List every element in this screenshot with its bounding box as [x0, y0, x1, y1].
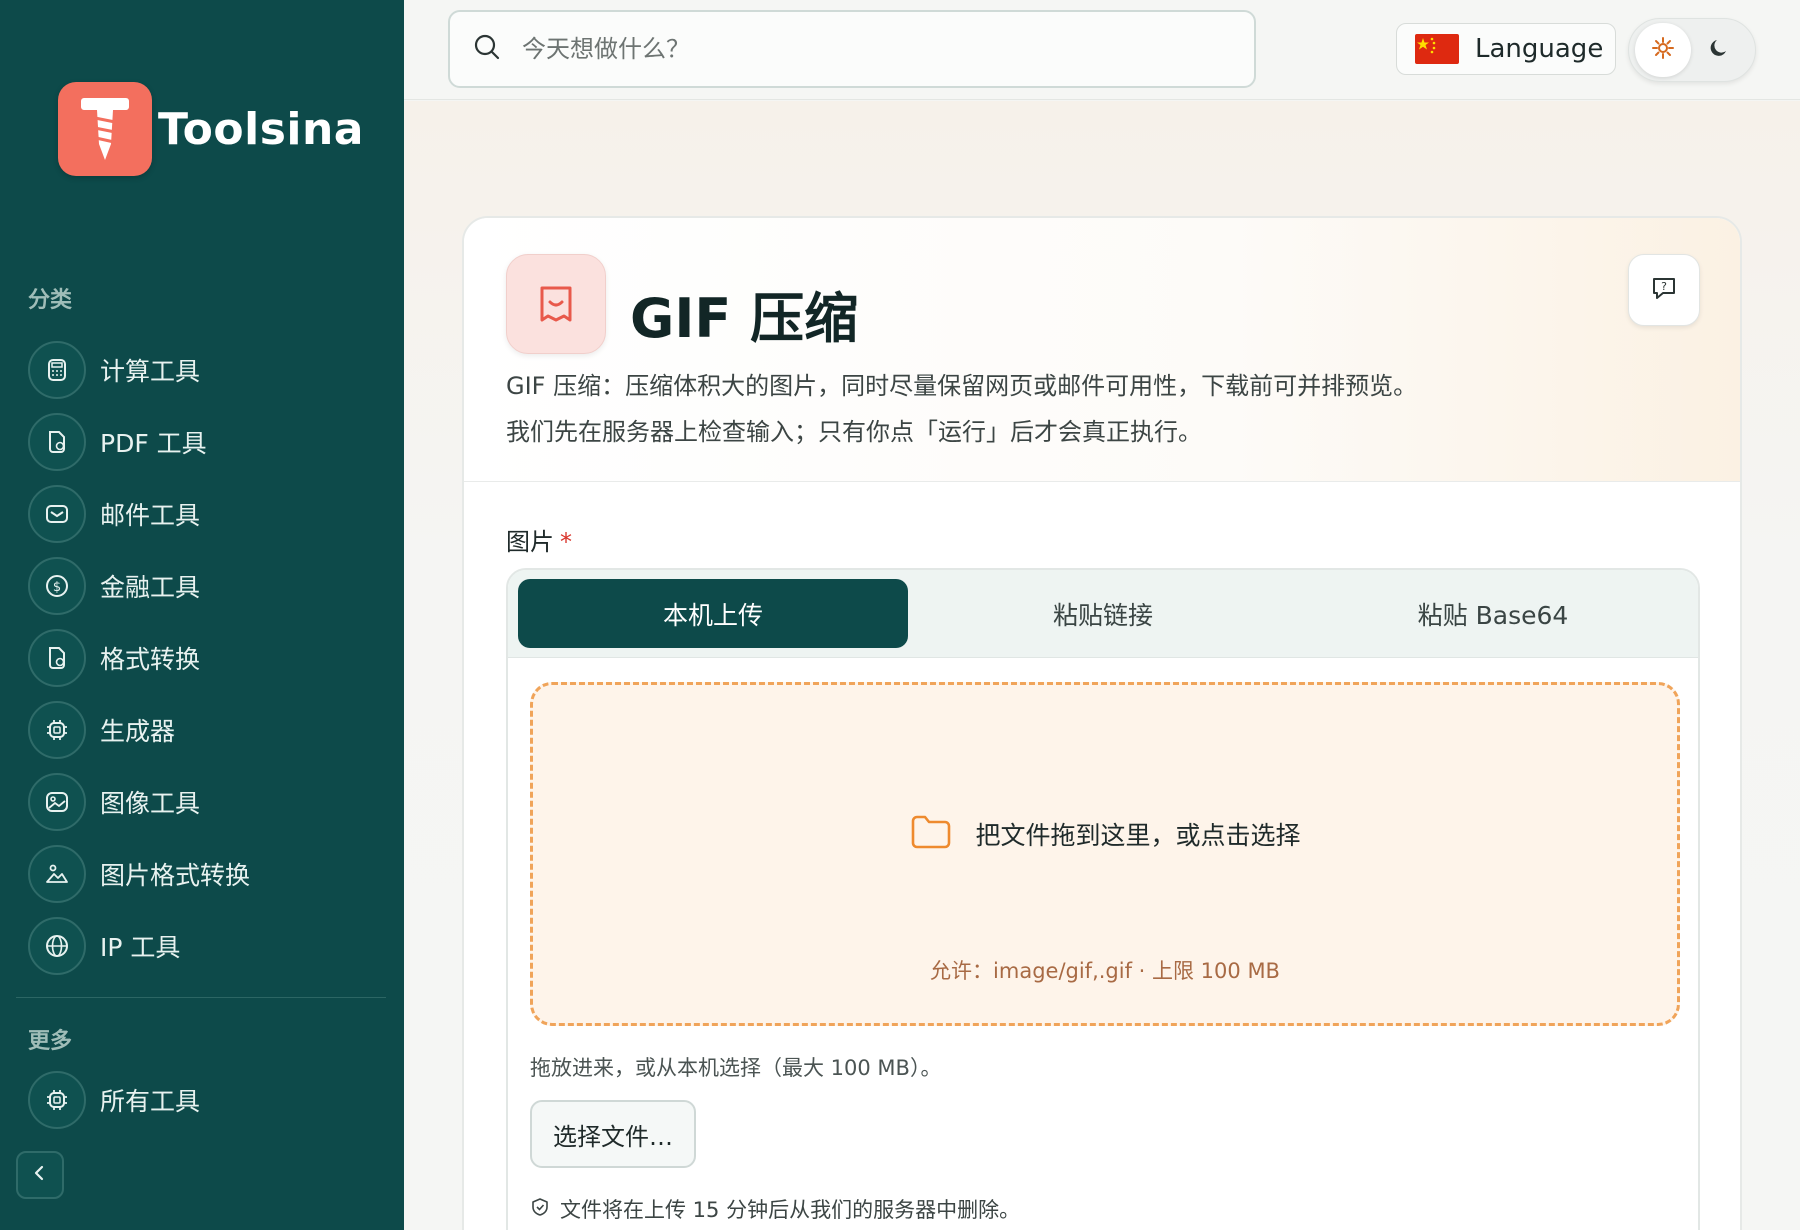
chevron-left-icon	[30, 1163, 50, 1187]
tab-paste-link[interactable]: 粘贴链接	[908, 579, 1298, 648]
sidebar-item-label: 所有工具	[100, 1087, 201, 1116]
dark-mode-button[interactable]	[1691, 23, 1747, 77]
sidebar: Toolsina 分类 计算工具 PDF 工具 邮件工具 $ 金融工具 格式转换…	[0, 0, 404, 1230]
sidebar-item-all-tools[interactable]: 所有工具	[28, 1064, 388, 1136]
sidebar-item-label: 金融工具	[100, 573, 201, 602]
more-heading: 更多	[28, 1029, 73, 1054]
more-nav: 所有工具	[28, 1064, 388, 1136]
light-mode-button[interactable]	[1635, 23, 1691, 77]
allowed-types-hint: 允许：image/gif,.gif · 上限 100 MB	[930, 959, 1280, 983]
collapse-sidebar-button[interactable]	[16, 1151, 64, 1199]
calculator-icon	[28, 341, 86, 399]
sidebar-divider	[16, 997, 386, 998]
image-field-label: 图片 *	[506, 522, 572, 557]
tool-card: GIF 压缩 ? GIF 压缩：压缩体积大的图片，同时尽量保留网页或邮件可用性，…	[462, 216, 1742, 1230]
moon-icon	[1707, 36, 1731, 64]
sidebar-item-format[interactable]: 格式转换	[28, 622, 388, 694]
search-icon	[472, 32, 502, 66]
sidebar-item-label: IP 工具	[100, 933, 181, 962]
sidebar-item-finance[interactable]: $ 金融工具	[28, 550, 388, 622]
sidebar-item-image-convert[interactable]: 图片格式转换	[28, 838, 388, 910]
required-mark: *	[560, 528, 572, 556]
sidebar-item-generator[interactable]: 生成器	[28, 694, 388, 766]
sidebar-item-ip[interactable]: IP 工具	[28, 910, 388, 982]
landscape-icon	[28, 845, 86, 903]
categories-heading: 分类	[28, 288, 73, 313]
tab-paste-base64[interactable]: 粘贴 Base64	[1298, 579, 1688, 648]
dropzone-prompt: 把文件拖到这里，或点击选择	[533, 811, 1677, 857]
upload-panel: 本机上传 粘贴链接 粘贴 Base64 把文件拖到这里，或点击选择 允许：ima…	[506, 568, 1700, 1230]
chip-icon	[28, 1071, 86, 1129]
sidebar-item-label: 格式转换	[100, 645, 201, 674]
sidebar-item-pdf[interactable]: PDF 工具	[28, 406, 388, 478]
file-dropzone[interactable]: 把文件拖到这里，或点击选择 允许：image/gif,.gif · 上限 100…	[530, 682, 1680, 1026]
search-box[interactable]	[448, 10, 1256, 88]
retention-text: 文件将在上传 15 分钟后从我们的服务器中删除。	[560, 1198, 1021, 1222]
theme-toggle[interactable]	[1628, 18, 1756, 82]
image-icon	[28, 773, 86, 831]
choose-file-button[interactable]: 选择文件…	[530, 1100, 696, 1168]
receipt-icon	[506, 254, 606, 354]
sidebar-item-label: 图片格式转换	[100, 861, 251, 890]
category-nav: 计算工具 PDF 工具 邮件工具 $ 金融工具 格式转换 生成器 图像工具 图片…	[28, 334, 388, 982]
svg-text:$: $	[53, 580, 61, 595]
help-button[interactable]: ?	[1628, 254, 1700, 326]
dollar-icon: $	[28, 557, 86, 615]
document-icon	[28, 629, 86, 687]
sun-icon	[1651, 36, 1675, 64]
retention-note: 文件将在上传 15 分钟后从我们的服务器中删除。	[530, 1194, 1020, 1224]
sidebar-item-calculator[interactable]: 计算工具	[28, 334, 388, 406]
logo[interactable]: Toolsina	[58, 82, 364, 176]
sidebar-item-label: 计算工具	[100, 357, 201, 386]
svg-text:?: ?	[1661, 280, 1667, 293]
tab-local-upload[interactable]: 本机上传	[518, 579, 908, 648]
sidebar-item-label: 生成器	[100, 717, 176, 746]
sidebar-item-label: PDF 工具	[100, 429, 207, 458]
input-mode-tabs: 本机上传 粘贴链接 粘贴 Base64	[508, 570, 1698, 658]
search-input[interactable]	[522, 35, 1222, 63]
topbar: Language	[404, 0, 1800, 100]
chip-icon	[28, 701, 86, 759]
help-chat-icon: ?	[1649, 273, 1679, 307]
tool-description: GIF 压缩：压缩体积大的图片，同时尽量保留网页或邮件可用性，下载前可并排预览。	[506, 372, 1418, 400]
cn-flag-icon	[1415, 34, 1459, 64]
upload-help-text: 拖放进来，或从本机选择（最大 100 MB）。	[530, 1056, 942, 1080]
field-label-text: 图片	[506, 528, 554, 556]
language-label: Language	[1475, 34, 1604, 64]
globe-icon	[28, 917, 86, 975]
folder-icon	[909, 811, 953, 857]
document-icon	[28, 413, 86, 471]
brand-name: Toolsina	[158, 103, 364, 155]
sidebar-item-label: 图像工具	[100, 789, 201, 818]
tool-execution-note: 我们先在服务器上检查输入；只有你点「运行」后才会真正执行。	[506, 418, 1202, 446]
language-button[interactable]: Language	[1396, 23, 1616, 75]
sidebar-item-mail[interactable]: 邮件工具	[28, 478, 388, 550]
shield-check-icon	[530, 1197, 550, 1222]
tool-header: GIF 压缩 ? GIF 压缩：压缩体积大的图片，同时尽量保留网页或邮件可用性，…	[464, 218, 1740, 482]
dropzone-text: 把文件拖到这里，或点击选择	[975, 821, 1301, 850]
sidebar-item-image[interactable]: 图像工具	[28, 766, 388, 838]
sidebar-item-label: 邮件工具	[100, 501, 201, 530]
screw-logo-icon	[58, 82, 152, 176]
mail-icon	[28, 485, 86, 543]
page-title: GIF 压缩	[630, 287, 859, 350]
